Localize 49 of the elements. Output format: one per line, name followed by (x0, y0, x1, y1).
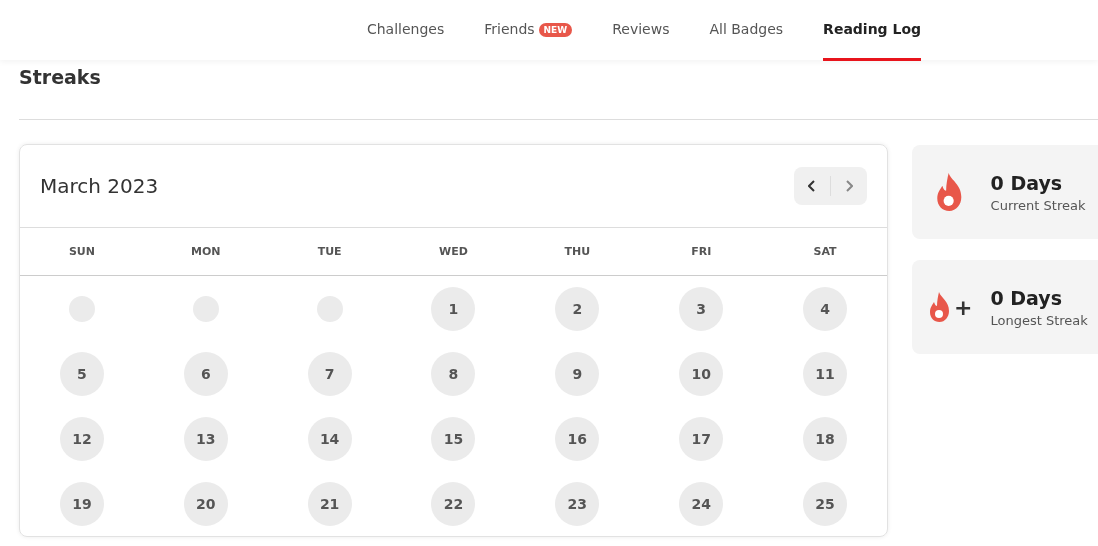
weekday-label: WED (438, 244, 469, 260)
calendar-day[interactable]: 11 (803, 351, 848, 396)
nav-tab[interactable]: Challenges (346, 0, 465, 60)
weekday-label: FRI (690, 244, 713, 260)
weekday-label: SAT (812, 244, 838, 260)
calendar-day[interactable]: 16 (555, 416, 600, 461)
streak-label: Longest Streak (990, 312, 1088, 328)
streak-label: Current Streak (990, 197, 1086, 213)
nav-tab[interactable]: Reading Log (803, 0, 942, 60)
calendar-day[interactable]: 21 (307, 481, 352, 526)
calendar-day[interactable]: 7 (307, 351, 352, 396)
calendar-day[interactable]: 10 (679, 351, 724, 396)
nav-tab[interactable]: Friends NEW (464, 0, 593, 60)
calendar-day[interactable]: 15 (431, 416, 476, 461)
calendar-day[interactable]: 3 (679, 286, 724, 331)
calendar-day[interactable]: 17 (679, 416, 724, 461)
chevron-left-icon (808, 180, 816, 192)
calendar-day[interactable]: 9 (555, 351, 600, 396)
plus-sign: + (954, 294, 973, 320)
calendar-day[interactable]: 8 (431, 351, 476, 396)
nav-tab[interactable]: All Badges (689, 0, 804, 60)
section-heading: Streaks (19, 66, 102, 88)
streak-value: 0 Days (990, 171, 1064, 194)
month-title: March 2023 (40, 174, 159, 198)
calendar-day[interactable]: 14 (307, 416, 352, 461)
calendar-day[interactable]: 22 (431, 481, 476, 526)
calendar-day[interactable]: 24 (679, 481, 724, 526)
calendar-day[interactable]: 6 (183, 351, 228, 396)
calendar-day[interactable]: 13 (183, 416, 228, 461)
weekday-label: MON (190, 244, 222, 260)
chevron-right-icon (845, 180, 853, 192)
weekday-label: THU (563, 244, 592, 260)
calendar-day[interactable]: 2 (555, 286, 600, 331)
calendar-day[interactable]: 5 (59, 351, 104, 396)
calendar-day[interactable]: 4 (803, 286, 848, 331)
weekday-label: SUN (67, 244, 96, 260)
calendar-day[interactable]: 19 (59, 481, 104, 526)
flame-icon (929, 292, 950, 322)
calendar-day[interactable]: 20 (183, 481, 228, 526)
calendar-day[interactable]: 12 (59, 416, 104, 461)
calendar-day[interactable]: 25 (803, 481, 848, 526)
flame-icon (936, 173, 963, 211)
streak-value: 0 Days (990, 286, 1063, 309)
nav-tab[interactable]: Reviews (592, 0, 690, 60)
weekday-label: TUE (316, 244, 343, 260)
calendar-day[interactable]: 23 (555, 481, 600, 526)
calendar-day[interactable]: 1 (431, 286, 476, 331)
new-badge: NEW (538, 23, 573, 37)
calendar-day[interactable]: 18 (803, 416, 848, 461)
